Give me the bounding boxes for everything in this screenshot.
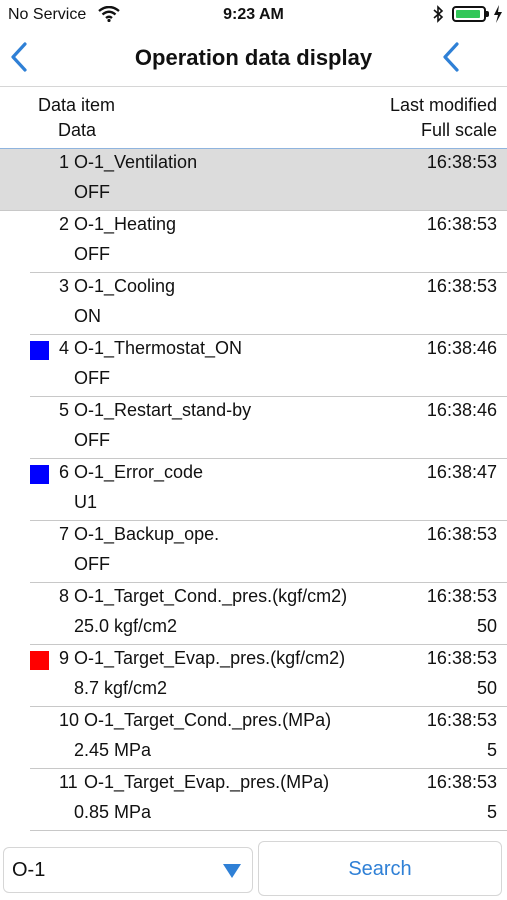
item-name: O-1_Target_Cond._pres.(MPa) (84, 710, 332, 730)
header-data-item: Data item (38, 95, 116, 115)
item-name: O-1_Backup_ope. (74, 524, 220, 544)
item-number: 6 (59, 462, 70, 482)
item-value: 8.7 kgf/cm2 (74, 678, 168, 698)
item-value: 0.85 MPa (74, 802, 152, 822)
data-list[interactable]: 1 O-1_Ventilation 16:38:53 OFF 2 O-1_Heating 1… (0, 149, 507, 831)
bluetooth-icon (433, 5, 444, 23)
list-item[interactable]: 4 O-1_Thermostat_ON 16:38:46 OFF (30, 335, 507, 397)
blue-marker-icon (30, 465, 49, 484)
item-name: O-1_Thermostat_ON (74, 338, 243, 358)
status-bar: No Service 9:23 AM (0, 0, 507, 32)
last-modified-time: 16:38:53 (426, 648, 497, 668)
last-modified-time: 16:38:47 (426, 462, 497, 482)
item-value: 25.0 kgf/cm2 (74, 616, 178, 636)
item-value: ON (74, 306, 101, 326)
header-data: Data (58, 120, 97, 140)
header-last-modified: Last modified (389, 95, 497, 115)
item-value: U1 (74, 492, 98, 512)
list-item[interactable]: 3 O-1_Cooling 16:38:53 ON (30, 273, 507, 335)
unit-select-value: O-1 (12, 859, 46, 881)
item-name: O-1_Target_Evap._pres.(kgf/cm2) (74, 648, 346, 668)
battery-tip (486, 11, 489, 17)
full-scale-value: 5 (486, 740, 497, 760)
full-scale-value: 50 (476, 616, 497, 636)
list-item[interactable]: 10 O-1_Target_Cond._pres.(MPa) 16:38:53 2.4… (30, 707, 507, 769)
last-modified-time: 16:38:53 (426, 710, 497, 730)
item-name: O-1_Cooling (74, 276, 176, 296)
full-scale-value: 50 (476, 678, 497, 698)
list-item[interactable]: 6 O-1_Error_code 16:38:47 U1 (30, 459, 507, 521)
secondary-back-button[interactable] (442, 42, 472, 76)
item-number: 5 (59, 400, 70, 420)
list-item[interactable]: 7 O-1_Backup_ope. 16:38:53 OFF (30, 521, 507, 583)
item-name: O-1_Ventilation (74, 152, 198, 172)
item-number: 9 (59, 648, 70, 668)
column-header: Data item Data Last modified Full scale (0, 88, 507, 150)
search-button[interactable]: Search (258, 841, 502, 896)
red-marker-icon (30, 651, 49, 670)
battery-icon (452, 6, 486, 22)
blue-marker-icon (30, 341, 49, 360)
item-value: OFF (74, 430, 110, 450)
list-item[interactable]: 9 O-1_Target_Evap._pres.(kgf/cm2) 16:38:53… (30, 645, 507, 707)
header-full-scale: Full scale (420, 120, 497, 140)
bottom-toolbar: O-1 Search (0, 831, 507, 900)
item-value: OFF (74, 182, 110, 202)
last-modified-time: 16:38:53 (426, 586, 497, 606)
list-item[interactable]: 2 O-1_Heating 16:38:53 OFF (30, 211, 507, 273)
item-name: O-1_Target_Evap._pres.(MPa) (84, 772, 330, 792)
last-modified-time: 16:38:46 (426, 338, 497, 358)
item-value: 2.45 MPa (74, 740, 152, 760)
full-scale-value: 5 (486, 802, 497, 822)
item-number: 3 (59, 276, 70, 296)
list-item[interactable]: 8 O-1_Target_Cond._pres.(kgf/cm2) 16:38:53… (30, 583, 507, 645)
item-name: O-1_Restart_stand-by (74, 400, 252, 420)
navigation-bar: Operation data display (0, 32, 507, 87)
last-modified-time: 16:38:46 (426, 400, 497, 420)
unit-select[interactable]: O-1 (3, 847, 253, 893)
item-value: OFF (74, 244, 110, 264)
item-name: O-1_Heating (74, 214, 177, 234)
last-modified-time: 16:38:53 (426, 772, 497, 792)
last-modified-time: 16:38:53 (426, 524, 497, 544)
list-item[interactable]: 1 O-1_Ventilation 16:38:53 OFF (0, 149, 507, 211)
charging-bolt-icon (494, 5, 502, 23)
item-number: 7 (59, 524, 70, 544)
clock: 9:23 AM (223, 6, 284, 23)
page-title: Operation data display (134, 45, 373, 70)
item-value: OFF (74, 554, 110, 574)
item-value: OFF (74, 368, 110, 388)
item-number: 8 (59, 586, 70, 606)
item-number: 11 (59, 772, 78, 792)
list-item[interactable]: 5 O-1_Restart_stand-by 16:38:46 OFF (30, 397, 507, 459)
last-modified-time: 16:38:53 (426, 152, 497, 172)
chevron-left-icon (443, 42, 459, 72)
item-name: O-1_Target_Cond._pres.(kgf/cm2) (74, 586, 348, 606)
item-name: O-1_Error_code (74, 462, 204, 482)
dropdown-triangle-icon (223, 864, 241, 878)
item-number: 10 (59, 710, 80, 730)
list-item[interactable]: 11 O-1_Target_Evap._pres.(MPa) 16:38:53 0.8… (30, 769, 507, 831)
item-number: 1 (59, 152, 70, 172)
last-modified-time: 16:38:53 (426, 214, 497, 234)
last-modified-time: 16:38:53 (426, 276, 497, 296)
item-number: 2 (59, 214, 70, 234)
item-number: 4 (59, 338, 70, 358)
